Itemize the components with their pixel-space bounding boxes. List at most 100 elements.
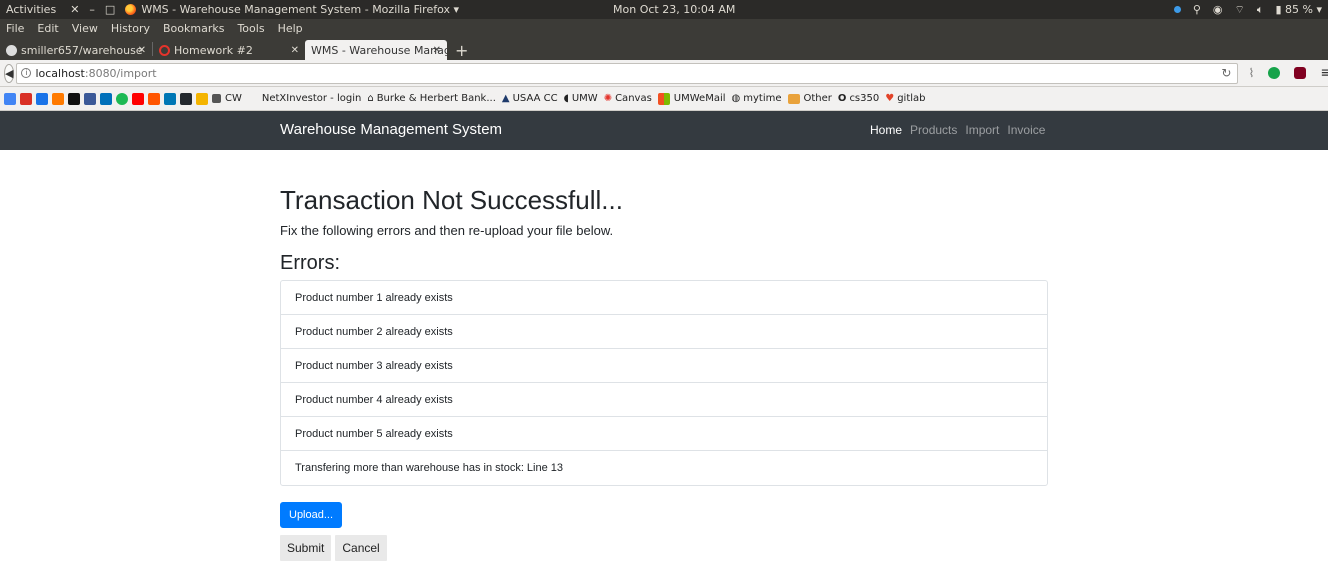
form-actions: Submit Cancel: [280, 535, 387, 561]
nav-home[interactable]: Home: [870, 123, 902, 137]
bookmark-github-icon[interactable]: [180, 92, 192, 105]
nav-products[interactable]: Products: [910, 123, 957, 137]
bookmark-burke-herbert[interactable]: ⌂ Burke & Herbert Bank...: [367, 93, 496, 104]
canvas-icon: [159, 44, 170, 56]
menu-view[interactable]: View: [72, 22, 98, 35]
error-item: Product number 5 already exists: [281, 417, 1047, 451]
wifi-icon[interactable]: ⌔: [1235, 3, 1245, 17]
cancel-button[interactable]: Cancel: [335, 535, 387, 561]
tab-title: WMS - Warehouse Manage: [311, 43, 447, 57]
menu-file[interactable]: File: [6, 22, 24, 35]
page-subtitle: Fix the following errors and then re-upl…: [280, 223, 614, 238]
navigation-toolbar: ◀ i localhost:8080/import ↻ ⌇ ≡: [0, 60, 1328, 87]
reload-icon[interactable]: ↻: [1221, 66, 1231, 80]
menu-tools[interactable]: Tools: [237, 22, 264, 35]
bookmark-label: NetXInvestor - login: [261, 93, 362, 104]
notification-dot-icon[interactable]: [1173, 6, 1181, 13]
volume-icon[interactable]: 🔈︎: [1257, 3, 1264, 17]
bookmark-calendar-icon[interactable]: [36, 92, 48, 105]
window-title[interactable]: WMS - Warehouse Management System - Mozi…: [141, 3, 459, 16]
error-item: Product number 4 already exists: [281, 383, 1047, 417]
firefox-logo-icon: [125, 4, 137, 15]
nav-import[interactable]: Import: [965, 123, 999, 137]
window-controls: ✕ – □: [70, 3, 115, 16]
maximize-window-icon[interactable]: □: [105, 3, 115, 16]
bookmark-canvas[interactable]: ✺ Canvas: [604, 93, 652, 104]
app-navbar: Warehouse Management System Home Product…: [0, 111, 1328, 150]
menu-history[interactable]: History: [111, 22, 150, 35]
rss-icon[interactable]: ⌇: [1248, 66, 1254, 80]
bookmark-label: cs350: [849, 93, 880, 104]
bookmark-cw[interactable]: CW: [212, 93, 242, 104]
battery-indicator[interactable]: ▮ 85 % ▾: [1275, 3, 1322, 16]
system-tray: ⚲ ◉ ⌔ 🔈︎ ▮ 85 % ▾: [1173, 3, 1322, 17]
bookmark-facebook-icon[interactable]: [84, 92, 96, 105]
bookmark-spotify-icon[interactable]: [116, 92, 128, 105]
hamburger-menu-icon[interactable]: ≡: [1320, 65, 1328, 81]
bookmark-cs350[interactable]: Ocs350: [838, 93, 879, 104]
bookmark-label: USAA CC: [512, 93, 558, 104]
bookmark-umwemail[interactable]: UMWeMail: [657, 92, 726, 105]
error-item: Product number 3 already exists: [281, 349, 1047, 383]
menu-edit[interactable]: Edit: [37, 22, 58, 35]
bookmark-linkedin-icon[interactable]: [164, 92, 176, 105]
submit-button[interactable]: Submit: [280, 535, 332, 561]
bookmark-wp-icon: [212, 94, 221, 103]
upload-button[interactable]: Upload...: [280, 502, 343, 528]
system-top-panel: Activities ✕ – □ WMS - Warehouse Managem…: [0, 0, 1328, 19]
close-window-icon[interactable]: ✕: [70, 3, 79, 16]
bookmark-drive-icon[interactable]: [4, 92, 16, 105]
bookmark-reddit-icon[interactable]: [52, 92, 64, 105]
grammarly-icon[interactable]: [1268, 67, 1281, 79]
bookmark-umw[interactable]: ◖ UMW: [564, 93, 598, 104]
bookmark-soundcloud-icon[interactable]: [148, 92, 160, 105]
errors-heading: Errors:: [280, 252, 340, 274]
bookmark-amazon-icon[interactable]: [68, 92, 80, 105]
bookmark-gitlab[interactable]: ♥ gitlab: [885, 93, 925, 104]
app-brand[interactable]: Warehouse Management System: [280, 121, 502, 138]
back-button[interactable]: ◀: [4, 63, 15, 83]
bookmark-mytime[interactable]: ◍ mytime: [732, 93, 782, 104]
bookmark-paypal-icon[interactable]: [100, 92, 112, 105]
github-icon: [6, 44, 17, 56]
record-icon[interactable]: ◉: [1213, 3, 1223, 16]
close-tab-icon[interactable]: ✕: [291, 45, 299, 56]
tab-homework[interactable]: Homework #2 ✕: [153, 40, 305, 60]
bookmark-keep-icon[interactable]: [196, 92, 208, 105]
bookmark-gmail-icon[interactable]: [20, 92, 32, 105]
info-icon[interactable]: i: [21, 68, 32, 78]
bookmark-youtube-icon[interactable]: [132, 92, 144, 105]
umw-icon: ◖: [563, 93, 569, 104]
activities-button[interactable]: Activities: [6, 3, 56, 16]
bookmark-label: gitlab: [897, 93, 926, 104]
bank-icon: ⌂: [367, 93, 374, 104]
url-bar[interactable]: i localhost:8080/import ↻: [16, 62, 1239, 84]
battery-icon: ▮: [1275, 3, 1282, 16]
bookmark-label: UMW: [571, 93, 598, 104]
ublock-icon[interactable]: [1294, 67, 1307, 79]
error-item: Product number 2 already exists: [281, 315, 1047, 349]
tab-title: smiller657/warehouse: [21, 43, 143, 57]
new-tab-button[interactable]: +: [447, 40, 476, 60]
minimize-window-icon[interactable]: –: [89, 3, 95, 16]
bookmark-label: UMWeMail: [673, 93, 726, 104]
tab-wms-active[interactable]: WMS - Warehouse Manage ✕: [305, 40, 447, 60]
folder-icon: [787, 93, 800, 104]
bookmark-netxinvestor[interactable]: NetXInvestor - login: [262, 93, 361, 104]
tab-github[interactable]: smiller657/warehouse ✕: [0, 40, 152, 60]
cs350-icon: O: [837, 93, 847, 104]
close-tab-icon[interactable]: ✕: [138, 45, 146, 56]
bookmark-label: mytime: [743, 93, 782, 104]
app-nav-links: Home Products Import Invoice: [870, 123, 1045, 137]
clock[interactable]: Mon Oct 23, 10:04 AM: [613, 3, 735, 16]
error-list: Product number 1 already exists Product …: [280, 280, 1048, 486]
bookmarks-toolbar: CW NetXInvestor - login ⌂ Burke & Herbert…: [0, 87, 1328, 111]
location-icon[interactable]: ⚲: [1193, 3, 1201, 16]
menu-bookmarks[interactable]: Bookmarks: [163, 22, 224, 35]
bookmark-usaa[interactable]: ▲ USAA CC: [502, 93, 558, 104]
menu-help[interactable]: Help: [278, 22, 303, 35]
gitlab-icon: ♥: [885, 93, 895, 104]
close-tab-icon[interactable]: ✕: [433, 45, 441, 56]
bookmark-other[interactable]: Other: [787, 93, 832, 104]
nav-invoice[interactable]: Invoice: [1007, 123, 1045, 137]
